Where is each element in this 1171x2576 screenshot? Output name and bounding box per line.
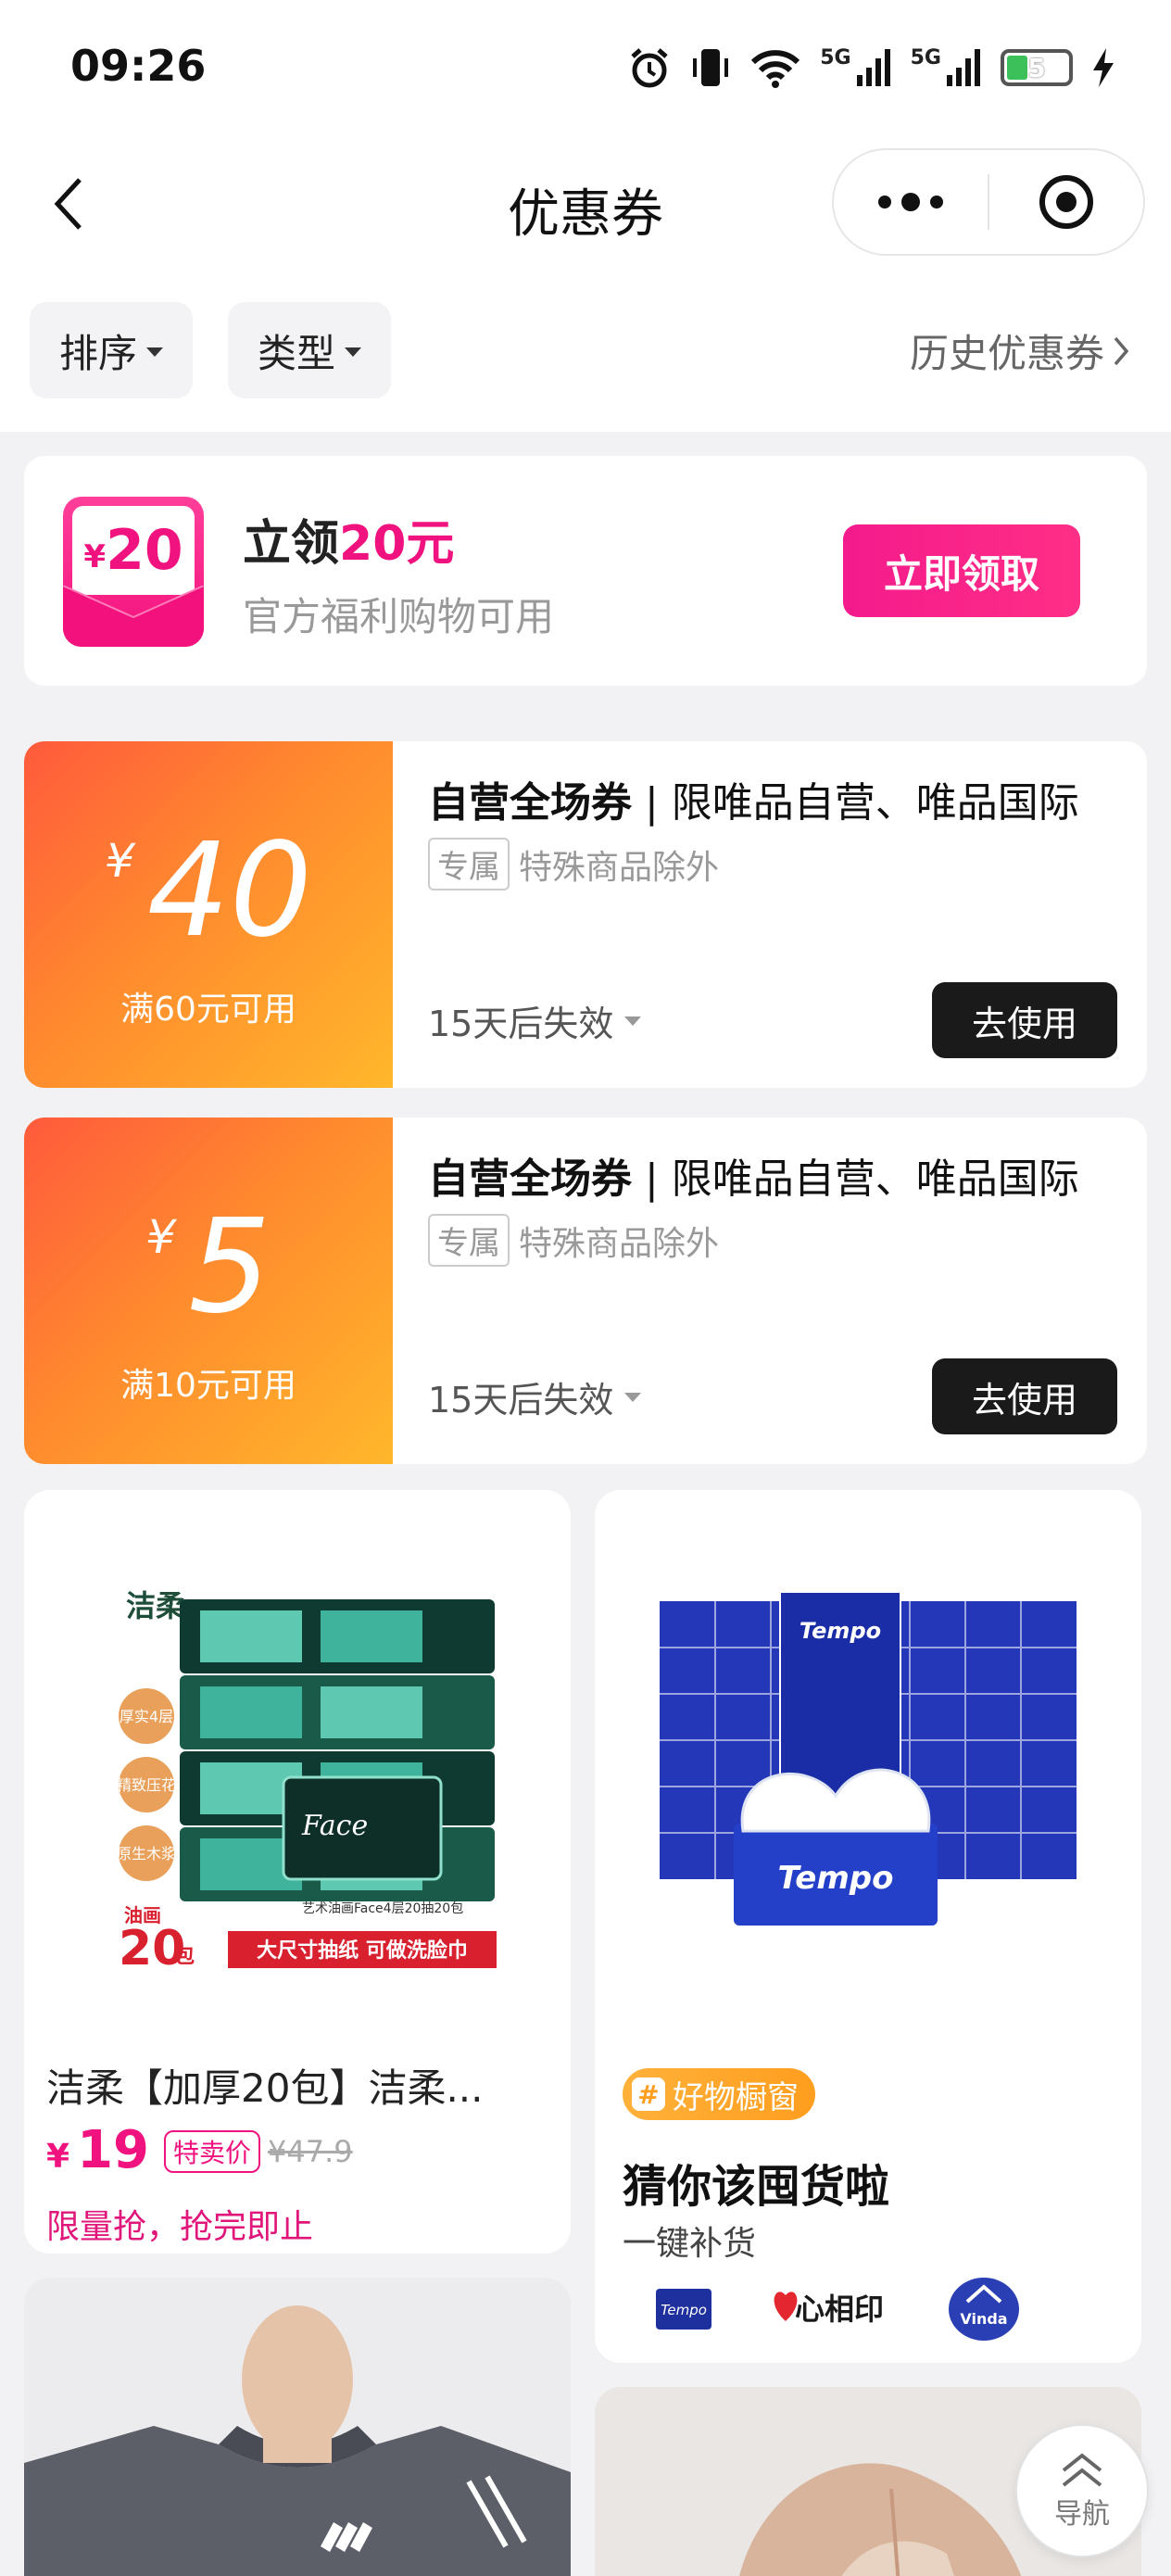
svg-text:艺术油画Face4层20抽20包: 艺术油画Face4层20抽20包 — [302, 1901, 463, 1916]
exclusive-tag: 专属 — [428, 1214, 510, 1267]
mini-program-capsule — [832, 148, 1145, 256]
history-coupons-link[interactable]: 历史优惠券 — [910, 322, 1130, 379]
shop-window-title: 猜你该囤货啦 — [623, 2161, 890, 2213]
sale-price: 19 — [77, 2120, 149, 2180]
original-price: ¥47.9 — [268, 2134, 353, 2169]
special-price-badge: 特卖价 — [164, 2130, 261, 2173]
more-button[interactable] — [834, 150, 988, 254]
svg-text:大尺寸抽纸 可做洗脸巾: 大尺寸抽纸 可做洗脸巾 — [257, 1938, 468, 1963]
use-coupon-button[interactable]: 去使用 — [932, 982, 1117, 1058]
signal-icon — [856, 49, 890, 86]
double-chevron-up-icon — [1062, 2453, 1102, 2487]
coupon-title: 自营全场券 | 限唯品自营、唯品国际 — [428, 779, 1079, 827]
close-program-button[interactable] — [989, 150, 1143, 254]
floating-nav-button[interactable]: 导航 — [1015, 2424, 1149, 2557]
signal-tag-1: 5G — [820, 45, 851, 69]
coupon-condition: 满10元可用 — [120, 1367, 296, 1405]
sort-dropdown[interactable]: 排序 — [30, 302, 194, 398]
caret-down-icon — [624, 1392, 642, 1402]
coupon-note: 特殊商品除外 — [519, 1224, 720, 1263]
alarm-icon — [631, 48, 668, 88]
history-label: 历史优惠券 — [909, 331, 1104, 376]
coupon-expiry[interactable]: 15天后失效 — [428, 1371, 642, 1422]
svg-text:Tempo: Tempo — [661, 2302, 707, 2318]
vibrate-icon — [693, 49, 729, 86]
claim-button[interactable]: 立即领取 — [843, 524, 1080, 617]
svg-text:包: 包 — [174, 1944, 195, 1968]
chevron-right-icon — [1114, 336, 1129, 365]
type-dropdown[interactable]: 类型 — [228, 302, 392, 398]
shop-window-image[interactable]: Tempo Tempo — [595, 1490, 1141, 2046]
product-image[interactable] — [24, 2278, 571, 2576]
coupon-tag-row: 专属 特殊商品除外 — [428, 1214, 719, 1267]
caret-down-icon — [146, 347, 164, 357]
svg-text:Face: Face — [301, 1810, 368, 1842]
caret-down-icon — [624, 1016, 642, 1026]
promo-amount: 20元 — [339, 516, 455, 572]
type-label: 类型 — [258, 330, 336, 376]
coupon-value-panel: ¥40 满60元可用 — [24, 741, 393, 1088]
status-bar: 09:26 5G 5G 5 — [0, 0, 1171, 139]
xinxiangyin-logo[interactable]: 心相印 — [769, 2277, 889, 2342]
product-card[interactable] — [24, 2278, 571, 2576]
filter-bar: 排序 类型 历史优惠券 — [0, 269, 1171, 432]
coupon-note: 特殊商品除外 — [519, 848, 720, 887]
tempo-logo[interactable]: Tempo — [654, 2283, 713, 2335]
status-time: 09:26 — [70, 41, 207, 91]
image-brand-text: 洁柔 — [126, 1588, 185, 1623]
hash-icon: # — [632, 2077, 665, 2111]
promo-card: ¥ 20 立领20元 官方福利购物可用 立即领取 — [24, 456, 1147, 686]
svg-text:原生木浆: 原生木浆 — [117, 1845, 176, 1863]
coupon-condition: 满60元可用 — [120, 991, 296, 1029]
promo-icon-amount: 20 — [106, 518, 183, 583]
product-card[interactable]: 洁柔 Face 厚实4层 精致压花 原生木浆 艺术油画Face4层20抽20包 … — [24, 1490, 571, 2254]
product-name[interactable]: 洁柔【加厚20包】洁柔... — [46, 2057, 484, 2114]
battery-level: 5 — [1027, 52, 1046, 83]
exclusive-tag: 专属 — [428, 838, 510, 890]
floating-nav-label: 导航 — [1054, 2498, 1110, 2531]
nav-bar: 优惠券 — [0, 139, 1171, 269]
promo-title: 立领20元 — [243, 516, 455, 572]
red-packet-icon: ¥ 20 — [63, 497, 204, 647]
caret-down-icon — [345, 347, 362, 357]
price-row: ¥ 19 特卖价 ¥47.9 — [46, 2120, 353, 2180]
svg-text:精致压花: 精致压花 — [117, 1776, 176, 1794]
limited-note: 限量抢，抢完即止 — [46, 2208, 314, 2246]
more-dots-icon — [878, 193, 943, 211]
svg-text:Vinda: Vinda — [960, 2310, 1007, 2328]
coupon-card: ¥5 满10元可用 自营全场券 | 限唯品自营、唯品国际 专属 特殊商品除外 1… — [24, 1118, 1147, 1464]
coupon-tag-row: 专属 特殊商品除外 — [428, 838, 719, 890]
vinda-logo[interactable]: Vinda — [945, 2274, 1023, 2344]
brand-logo-row: Tempo 心相印 Vinda — [654, 2274, 1023, 2344]
promo-subtitle: 官方福利购物可用 — [243, 594, 555, 639]
coupon-card: ¥40 满60元可用 自营全场券 | 限唯品自营、唯品国际 专属 特殊商品除外 … — [24, 741, 1147, 1088]
coupon-amount: ¥5 — [145, 1192, 271, 1343]
shop-window-subtitle: 一键补货 — [623, 2225, 757, 2263]
promo-icon-currency: ¥ — [83, 538, 107, 575]
battery-icon: 5 — [1001, 49, 1073, 86]
svg-text:Tempo: Tempo — [800, 1618, 881, 1644]
svg-text:Tempo: Tempo — [778, 1860, 894, 1897]
signal-tag-2: 5G — [910, 45, 941, 69]
shop-window-card[interactable]: Tempo Tempo # 好物橱窗 猜你该囤货啦 一键补货 Tempo 心相印… — [595, 1490, 1141, 2363]
charging-icon — [1093, 48, 1114, 87]
use-coupon-button[interactable]: 去使用 — [932, 1358, 1117, 1434]
coupon-value-panel: ¥5 满10元可用 — [24, 1118, 393, 1464]
svg-text:心相印: 心相印 — [795, 2292, 884, 2327]
target-circle-icon — [1039, 175, 1093, 229]
signal-icon-2 — [947, 49, 980, 86]
svg-text:厚实4层: 厚实4层 — [120, 1708, 173, 1725]
coupon-expiry[interactable]: 15天后失效 — [428, 995, 642, 1046]
status-icons: 5G 5G 5 — [627, 43, 1115, 93]
coupon-amount: ¥40 — [105, 815, 312, 966]
shop-window-badge: # 好物橱窗 — [623, 2068, 815, 2120]
wifi-icon — [751, 50, 800, 88]
sort-label: 排序 — [59, 330, 138, 376]
coupon-title: 自营全场券 | 限唯品自营、唯品国际 — [428, 1155, 1079, 1203]
product-image[interactable]: 洁柔 Face 厚实4层 精致压花 原生木浆 艺术油画Face4层20抽20包 … — [24, 1490, 571, 2046]
